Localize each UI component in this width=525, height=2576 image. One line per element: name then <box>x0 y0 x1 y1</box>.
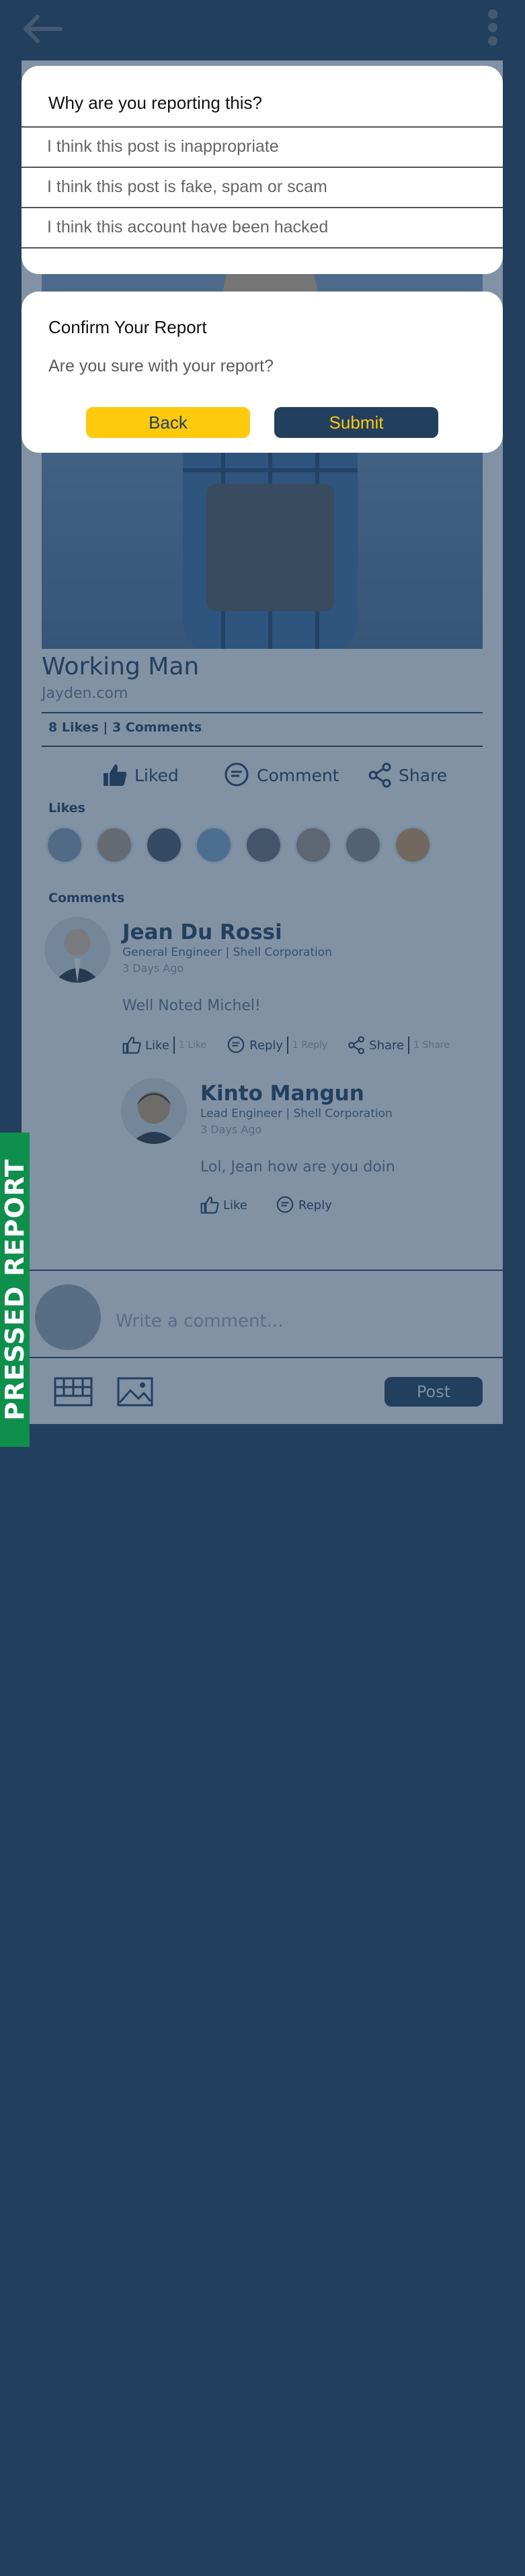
comments-title: Comments <box>48 891 125 905</box>
confirm-modal-text: Are you sure with your report? <box>48 357 274 375</box>
post-title: Working Man <box>42 653 200 680</box>
post-button[interactable]: Post <box>385 1377 483 1407</box>
comment-button[interactable]: Comment <box>223 755 339 795</box>
avatar[interactable] <box>121 1078 187 1144</box>
back-button[interactable]: Back <box>86 407 250 438</box>
side-label-text: PRESSED REPORT <box>0 1159 30 1421</box>
comment-actions: Like Reply <box>200 1196 332 1214</box>
compose-area: Write a comment... Post <box>22 1270 503 1424</box>
confirm-modal-title: Confirm Your Report <box>48 317 207 337</box>
comment-author-role: Lead Engineer | Shell Corporation <box>200 1107 393 1120</box>
submit-button[interactable]: Submit <box>274 407 438 438</box>
image-icon[interactable] <box>117 1377 153 1409</box>
comment-share-count: 1 Share <box>413 1040 450 1051</box>
arrow-left-icon[interactable] <box>19 12 66 46</box>
share-button[interactable]: Share <box>368 755 447 795</box>
thumbs-up-icon <box>200 1196 219 1214</box>
comment-text: Well Noted Michel! <box>122 997 261 1014</box>
avatar[interactable] <box>44 917 110 983</box>
comment-like-button[interactable]: Like <box>145 1038 169 1053</box>
report-reason-label: I think this post is inappropriate <box>47 137 279 156</box>
comment-author-role: General Engineer | Shell Corporation <box>122 946 332 959</box>
share-label: Share <box>399 765 448 785</box>
avatar[interactable] <box>95 826 133 864</box>
divider <box>22 1270 503 1271</box>
comment-icon <box>225 762 249 787</box>
report-reason-label: I think this post is fake, spam or scam <box>47 177 327 196</box>
comment-input[interactable]: Write a comment... <box>116 1311 283 1331</box>
comment-time: 3 Days Ago <box>122 962 184 975</box>
comment-label: Comment <box>257 765 339 785</box>
avatar[interactable] <box>344 826 382 864</box>
likes-title: Likes <box>48 801 85 815</box>
liked-button[interactable]: Liked <box>102 755 179 795</box>
kebab-menu-icon[interactable] <box>486 9 499 50</box>
avatar[interactable] <box>294 826 332 864</box>
comment-author-name[interactable]: Jean Du Rossi <box>122 920 282 944</box>
avatar[interactable] <box>394 826 432 864</box>
report-reason-option[interactable]: I think this post is fake, spam or scam <box>22 168 503 208</box>
report-reason-option[interactable]: I think this post is inappropriate <box>22 128 503 168</box>
confirm-report-modal: Confirm Your Report Are you sure with yo… <box>22 292 503 453</box>
comment-share-button[interactable]: Share <box>369 1038 404 1053</box>
top-bar <box>0 0 525 60</box>
avatar[interactable] <box>245 826 282 864</box>
post-actions: Liked Comment Share <box>42 755 483 795</box>
avatar <box>35 1284 101 1350</box>
post-counts[interactable]: 8 Likes | 3 Comments <box>48 720 202 735</box>
divider <box>22 1357 503 1358</box>
comment-actions: Like 1 Like Reply 1 Reply Share 1 Share <box>122 1036 450 1055</box>
comment-like-button[interactable]: Like <box>223 1198 247 1212</box>
comment-icon <box>276 1196 294 1213</box>
report-reason-label: I think this account have been hacked <box>47 218 329 236</box>
comment-icon <box>227 1036 245 1053</box>
keyboard-icon[interactable] <box>54 1377 93 1409</box>
report-reason-option[interactable]: I think this account have been hacked <box>22 208 503 249</box>
liked-label: Liked <box>134 765 179 785</box>
comment-like-count: 1 Like <box>178 1040 207 1051</box>
thumbs-up-icon <box>122 1036 141 1054</box>
avatar[interactable] <box>145 826 183 864</box>
avatar[interactable] <box>46 826 83 864</box>
report-modal-title: Why are you reporting this? <box>48 93 262 113</box>
thumbs-up-icon <box>104 764 127 786</box>
divider <box>42 712 483 713</box>
report-reasons-modal: Why are you reporting this? I think this… <box>22 66 503 274</box>
comment-reply-count: 1 Reply <box>292 1040 328 1051</box>
comment-author-name[interactable]: Kinto Mangun <box>200 1081 364 1106</box>
share-icon <box>368 762 391 788</box>
pressed-report-label: PRESSED REPORT <box>0 1132 30 1447</box>
comment-text: Lol, Jean how are you doin <box>200 1159 395 1175</box>
avatar[interactable] <box>195 826 233 864</box>
comment-reply-button[interactable]: Reply <box>249 1038 283 1053</box>
post-author[interactable]: Jayden.com <box>42 685 128 702</box>
comment-reply-button[interactable]: Reply <box>298 1198 332 1212</box>
likers-list <box>46 826 483 867</box>
share-icon <box>348 1036 365 1055</box>
divider <box>42 746 483 747</box>
comment-time: 3 Days Ago <box>200 1123 262 1136</box>
